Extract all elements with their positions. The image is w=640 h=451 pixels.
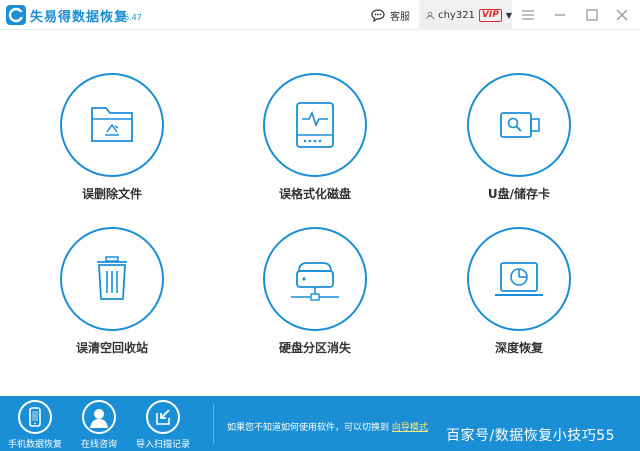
feature-label: 误删除文件 — [81, 187, 142, 201]
feature-usb-card[interactable]: U盘/储存卡 — [428, 73, 608, 233]
phone-recovery-button[interactable]: 手机数据恢复 — [4, 400, 66, 450]
menu-icon[interactable] — [520, 7, 536, 23]
import-scan-record-button[interactable]: 导入扫描记录 — [132, 400, 194, 450]
feature-recycle-bin[interactable]: 误清空回收站 — [21, 227, 201, 387]
close-icon[interactable] — [614, 7, 630, 23]
guide-hint: 如果您不知道如何使用软件，可以切换到 向导模式 — [227, 420, 428, 433]
deep-scan-laptop-icon — [495, 262, 543, 296]
bottom-button-label: 导入扫描记录 — [135, 440, 190, 450]
app-logo-icon — [6, 5, 26, 25]
watermark-text: 百家号/数据恢复小技巧55 — [446, 428, 616, 444]
feature-deleted-files[interactable]: 误删除文件 — [21, 73, 201, 233]
bottom-divider — [213, 404, 214, 444]
partition-drive-icon — [291, 262, 339, 301]
app-version: 6.47 — [124, 13, 142, 22]
feature-circle — [60, 227, 164, 331]
feature-formatted-disk[interactable]: 误格式化磁盘 — [224, 73, 404, 233]
app-title: 失易得数据恢复 — [30, 10, 129, 25]
feature-label: 硬盘分区消失 — [278, 341, 351, 355]
bottom-button-circle — [146, 400, 180, 434]
feature-label: 深度恢复 — [494, 341, 543, 355]
feature-circle — [263, 73, 367, 177]
feature-circle — [263, 227, 367, 331]
chat-bubble-icon — [371, 8, 385, 22]
user-icon — [426, 11, 434, 19]
wizard-mode-link[interactable]: 向导模式 — [392, 423, 428, 433]
import-icon — [156, 409, 170, 425]
user-account-menu[interactable]: chy321 VIP ▼ — [419, 0, 512, 30]
trash-icon — [97, 256, 127, 300]
usb-drive-icon — [500, 112, 540, 138]
minimize-icon[interactable] — [552, 7, 568, 23]
feature-label: U盘/储存卡 — [487, 187, 551, 201]
phone-icon — [29, 407, 41, 427]
online-consult-button[interactable]: 在线咨询 — [68, 400, 130, 450]
feature-label: 误清空回收站 — [75, 341, 148, 355]
app-window: 失易得数据恢复 6.47 客服 chy321 VIP ▼ 误删除文件 误格式化磁… — [0, 0, 640, 451]
feature-deep-recovery[interactable]: 深度恢复 — [428, 227, 608, 387]
title-bar: 失易得数据恢复 6.47 客服 chy321 VIP ▼ — [0, 0, 640, 30]
username: chy321 — [438, 9, 475, 21]
vip-badge: VIP — [478, 8, 502, 22]
guide-hint-text: 如果您不知道如何使用软件，可以切换到 — [227, 423, 390, 433]
disk-icon — [296, 102, 334, 148]
feature-circle — [467, 227, 571, 331]
feature-circle — [467, 73, 571, 177]
chevron-down-icon: ▼ — [505, 10, 512, 20]
maximize-icon[interactable] — [584, 7, 600, 23]
folder-recycle-icon — [91, 107, 133, 142]
service-label: 客服 — [390, 11, 410, 23]
feature-circle — [60, 73, 164, 177]
customer-service-button[interactable]: 客服 — [371, 5, 410, 25]
bottom-button-circle — [82, 400, 116, 434]
person-icon — [90, 409, 108, 428]
feature-lost-partition[interactable]: 硬盘分区消失 — [224, 227, 404, 387]
bottom-button-circle — [18, 400, 52, 434]
feature-label: 误格式化磁盘 — [278, 187, 351, 201]
